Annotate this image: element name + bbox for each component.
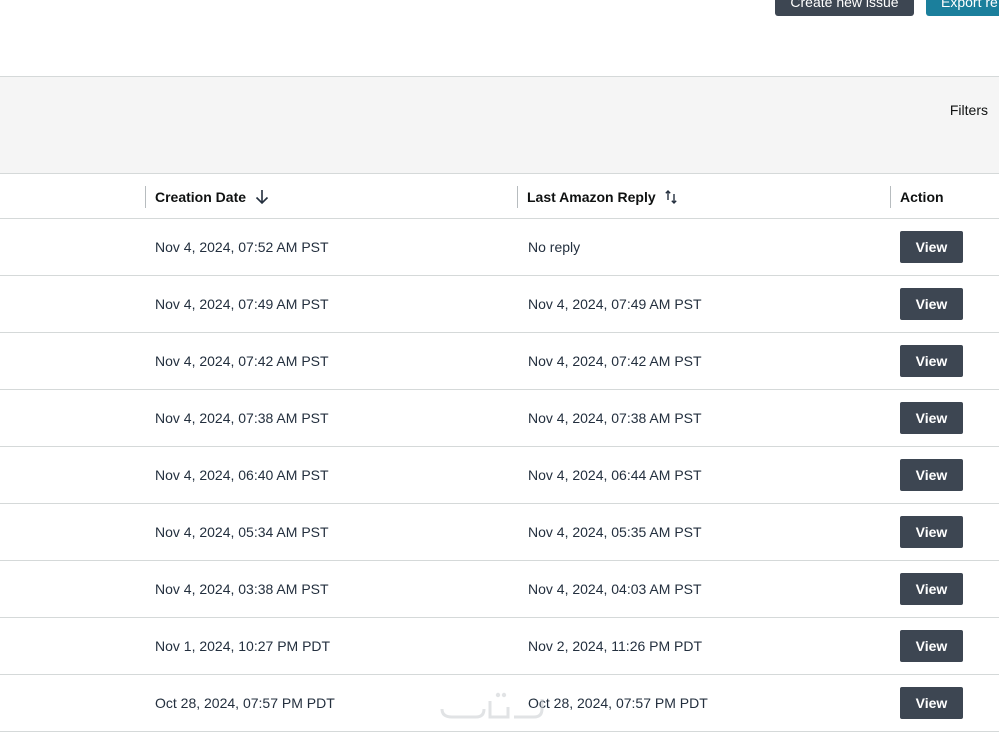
creation-date-cell: Nov 4, 2024, 07:38 AM PST xyxy=(155,410,329,426)
column-header-label: Action xyxy=(900,189,944,205)
action-cell: View xyxy=(900,447,963,503)
table-row: Nov 4, 2024, 05:34 AM PST Nov 4, 2024, 0… xyxy=(0,504,999,561)
column-header-creation-date[interactable]: Creation Date xyxy=(145,186,269,208)
table-header: Creation Date Last Amazon Reply Action xyxy=(0,175,999,219)
creation-date-cell: Nov 4, 2024, 07:42 AM PST xyxy=(155,353,329,369)
column-header-label: Creation Date xyxy=(155,189,247,205)
action-cell: View xyxy=(900,333,963,389)
create-new-issue-button[interactable]: Create new issue xyxy=(775,0,914,16)
view-button[interactable]: View xyxy=(900,573,963,605)
last-reply-cell: Nov 4, 2024, 06:44 AM PST xyxy=(528,467,702,483)
table-row: Nov 4, 2024, 07:49 AM PST Nov 4, 2024, 0… xyxy=(0,276,999,333)
action-cell: View xyxy=(900,618,963,674)
view-button[interactable]: View xyxy=(900,231,963,263)
creation-date-cell: Nov 4, 2024, 03:38 AM PST xyxy=(155,581,329,597)
view-button[interactable]: View xyxy=(900,516,963,548)
view-button[interactable]: View xyxy=(900,402,963,434)
column-header-action: Action xyxy=(890,186,944,208)
view-button[interactable]: View xyxy=(900,687,963,719)
action-cell: View xyxy=(900,504,963,560)
table-row: Nov 4, 2024, 03:38 AM PST Nov 4, 2024, 0… xyxy=(0,561,999,618)
last-reply-cell: Nov 4, 2024, 07:42 AM PST xyxy=(528,353,702,369)
action-cell: View xyxy=(900,219,963,275)
creation-date-cell: Oct 28, 2024, 07:57 PM PDT xyxy=(155,695,335,711)
last-reply-cell: Nov 4, 2024, 05:35 AM PST xyxy=(528,524,702,540)
top-actions: Create new issue Export re xyxy=(775,0,999,16)
table-row: Nov 4, 2024, 07:52 AM PST No reply View xyxy=(0,219,999,276)
filters-toggle[interactable]: Filters xyxy=(950,102,988,118)
creation-date-cell: Nov 4, 2024, 07:52 AM PST xyxy=(155,239,329,255)
creation-date-cell: Nov 1, 2024, 10:27 PM PDT xyxy=(155,638,331,654)
table-row: Nov 4, 2024, 06:40 AM PST Nov 4, 2024, 0… xyxy=(0,447,999,504)
view-button[interactable]: View xyxy=(900,288,963,320)
action-cell: View xyxy=(900,561,963,617)
watermark-logo xyxy=(440,692,544,719)
sort-up-down-icon[interactable] xyxy=(664,189,677,205)
action-cell: View xyxy=(900,390,963,446)
table-row: Nov 4, 2024, 07:38 AM PST Nov 4, 2024, 0… xyxy=(0,390,999,447)
creation-date-cell: Nov 4, 2024, 05:34 AM PST xyxy=(155,524,329,540)
creation-date-cell: Nov 4, 2024, 07:49 AM PST xyxy=(155,296,329,312)
last-reply-cell: No reply xyxy=(528,239,581,255)
view-button[interactable]: View xyxy=(900,459,963,491)
view-button[interactable]: View xyxy=(900,630,963,662)
last-reply-cell: Nov 4, 2024, 07:49 AM PST xyxy=(528,296,702,312)
export-report-button[interactable]: Export re xyxy=(926,0,999,16)
table-row: Nov 1, 2024, 10:27 PM PDT Nov 2, 2024, 1… xyxy=(0,618,999,675)
column-header-label: Last Amazon Reply xyxy=(527,189,656,205)
table-row: Nov 4, 2024, 07:42 AM PST Nov 4, 2024, 0… xyxy=(0,333,999,390)
last-reply-cell: Nov 4, 2024, 04:03 AM PST xyxy=(528,581,702,597)
page: Create new issue Export re Filters Creat… xyxy=(0,0,999,735)
action-cell: View xyxy=(900,675,963,731)
action-cell: View xyxy=(900,276,963,332)
filters-bar: Filters xyxy=(0,76,999,174)
view-button[interactable]: View xyxy=(900,345,963,377)
column-header-last-amazon-reply[interactable]: Last Amazon Reply xyxy=(517,186,677,208)
arrow-down-icon[interactable] xyxy=(255,189,269,205)
last-reply-cell: Nov 4, 2024, 07:38 AM PST xyxy=(528,410,702,426)
creation-date-cell: Nov 4, 2024, 06:40 AM PST xyxy=(155,467,329,483)
last-reply-cell: Nov 2, 2024, 11:26 PM PDT xyxy=(528,638,703,654)
table-body: Nov 4, 2024, 07:52 AM PST No reply View … xyxy=(0,219,999,732)
